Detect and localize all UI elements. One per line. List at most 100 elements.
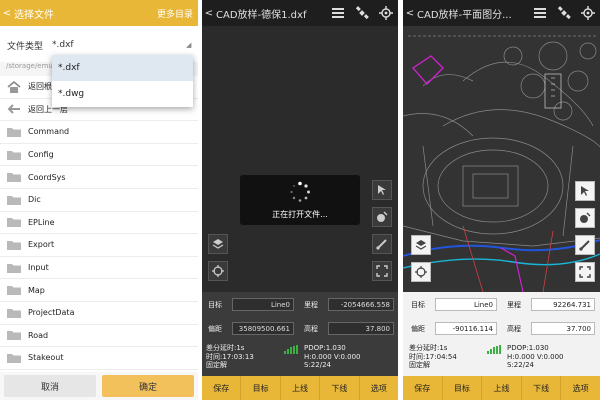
file-type-select[interactable]: *.dxf <box>52 40 186 50</box>
folder-item[interactable]: CoordSys <box>0 166 198 189</box>
stakeout-info-panel: 目标 Line0 里程 92264.731 偏距 -90116.114 高程 3… <box>403 292 600 376</box>
folder-item[interactable]: Input <box>0 257 198 280</box>
prev-line-button[interactable]: 上线 <box>281 376 321 400</box>
fullscreen-icon[interactable] <box>575 262 595 282</box>
offset-value: -90116.114 <box>435 322 497 335</box>
save-button[interactable]: 保存 <box>202 376 242 400</box>
target-label: 目标 <box>411 301 425 309</box>
header: < CAD放样-德保1.dxf <box>202 0 398 26</box>
more-directories-button[interactable]: 更多目录 <box>157 7 198 20</box>
loading-text: 正在打开文件... <box>272 209 328 219</box>
hv-text: H:0.000 V:0.000 <box>507 352 564 361</box>
target-select[interactable]: Line0 <box>435 298 497 311</box>
offset-label: 偏距 <box>208 325 222 333</box>
nav-root-label: 返回根 <box>28 82 52 92</box>
folder-item[interactable]: Config <box>0 144 198 167</box>
target-label: 目标 <box>208 301 222 309</box>
file-type-label: 文件类型 <box>7 41 44 52</box>
folder-item[interactable]: Stakeout <box>0 347 198 370</box>
cad-drawing <box>403 26 600 293</box>
diff-delay-text: 差分延时:1s <box>409 344 448 352</box>
folder-label: CoordSys <box>28 172 66 182</box>
folder-icon <box>0 126 28 138</box>
dropdown-caret-icon[interactable]: ◢ <box>186 41 198 49</box>
gps-crosshair-icon[interactable] <box>374 0 398 26</box>
cad-loading-screen: < CAD放样-德保1.dxf 正在打开文件... 目标 Line0 里程 -2… <box>202 0 398 400</box>
ok-button[interactable]: 确定 <box>102 375 194 397</box>
gps-crosshair-icon[interactable] <box>576 0 600 26</box>
folder-label: Command <box>28 127 70 137</box>
cad-canvas[interactable] <box>202 26 398 292</box>
layers-icon[interactable] <box>411 235 431 255</box>
signal-icon <box>284 345 298 354</box>
folder-icon <box>0 307 28 319</box>
status-left: 差分延时:1s 时间:17:04:54 固定解 <box>409 344 457 370</box>
page-title: CAD放样-德保1.dxf <box>216 9 307 21</box>
back-arrow-icon[interactable]: < <box>0 8 14 19</box>
save-button[interactable]: 保存 <box>403 376 443 400</box>
fix-status-text: 固定解 <box>206 361 227 369</box>
menu-icon[interactable] <box>528 0 552 26</box>
folder-icon <box>0 194 28 206</box>
folder-item[interactable]: ProjectData <box>0 302 198 325</box>
cancel-button[interactable]: 取消 <box>4 375 96 397</box>
folder-item[interactable]: Road <box>0 325 198 348</box>
brush-icon[interactable] <box>372 234 392 254</box>
elevation-value: 37.800 <box>328 322 394 335</box>
satellite-icon[interactable] <box>552 0 576 26</box>
header: < 选择文件 更多目录 <box>0 0 198 26</box>
folder-item[interactable]: EPLine <box>0 212 198 235</box>
offset-value: 35809500.661 <box>232 322 294 335</box>
target-select[interactable]: Line0 <box>232 298 294 311</box>
layers-icon[interactable] <box>208 234 228 254</box>
folder-label: Stakeout <box>28 353 64 363</box>
folder-icon <box>0 352 28 364</box>
dropdown-option-dxf[interactable]: *.dxf <box>52 55 193 81</box>
spinner-icon <box>290 181 310 202</box>
folder-label: Input <box>28 263 49 273</box>
folder-item[interactable]: Command <box>0 121 198 144</box>
folder-label: ProjectData <box>28 308 75 318</box>
folder-item[interactable]: Map <box>0 279 198 302</box>
folder-label: Road <box>28 330 49 340</box>
elevation-label: 高程 <box>304 325 318 333</box>
target-icon[interactable] <box>411 262 431 282</box>
dropdown-option-dwg[interactable]: *.dwg <box>52 81 193 107</box>
next-line-button[interactable]: 下线 <box>522 376 562 400</box>
cad-canvas[interactable] <box>403 26 600 293</box>
folder-item[interactable]: Export <box>0 234 198 257</box>
hv-text: H:0.000 V:0.000 <box>304 352 361 361</box>
target-button[interactable]: 目标 <box>241 376 281 400</box>
menu-icon[interactable] <box>326 0 350 26</box>
status-right: PDOP:1.030 H:0.000 V:0.000 S:22/24 <box>507 344 564 370</box>
brush-icon[interactable] <box>575 235 595 255</box>
file-type-row: 文件类型 *.dxf ◢ <box>0 34 198 56</box>
next-line-button[interactable]: 下线 <box>320 376 360 400</box>
options-button[interactable]: 选项 <box>360 376 398 400</box>
diff-delay-text: 差分延时:1s <box>206 344 245 352</box>
folder-item[interactable]: Dic <box>0 189 198 212</box>
folder-label: Config <box>28 150 54 160</box>
mileage-value: 92264.731 <box>531 298 595 311</box>
target-button[interactable]: 目标 <box>443 376 483 400</box>
folder-icon <box>0 239 28 251</box>
status-right: PDOP:1.030 H:0.000 V:0.000 S:22/24 <box>304 344 361 370</box>
fullscreen-icon[interactable] <box>372 261 392 281</box>
prev-line-button[interactable]: 上线 <box>482 376 522 400</box>
fix-status-text: 固定解 <box>409 361 430 369</box>
satellite-icon[interactable] <box>350 0 374 26</box>
cursor-icon[interactable] <box>372 180 392 200</box>
back-arrow-icon[interactable]: < <box>403 8 417 19</box>
time-text: 时间:17:04:54 <box>409 352 457 361</box>
point-icon[interactable] <box>372 207 392 227</box>
file-type-dropdown: *.dxf *.dwg <box>52 55 193 107</box>
cursor-icon[interactable] <box>575 181 595 201</box>
page-title: 选择文件 <box>14 9 54 21</box>
options-button[interactable]: 选项 <box>561 376 600 400</box>
target-icon[interactable] <box>208 261 228 281</box>
action-bar: 取消 确定 <box>0 372 198 400</box>
up-arrow-icon <box>0 103 28 115</box>
point-icon[interactable] <box>575 208 595 228</box>
back-arrow-icon[interactable]: < <box>202 8 216 19</box>
satellites-text: S:22/24 <box>507 361 534 369</box>
